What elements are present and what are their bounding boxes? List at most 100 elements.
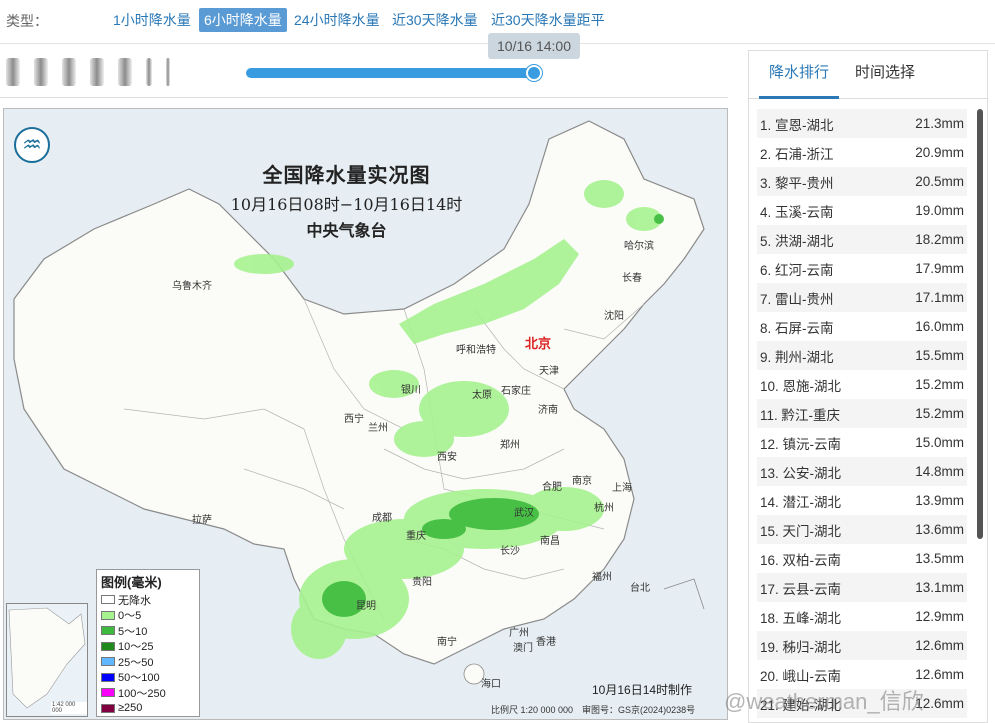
- legend-label: 50～100: [118, 672, 160, 685]
- legend-item: 10～25: [101, 639, 195, 655]
- south-china-sea-inset: 1:42 000 000: [6, 603, 88, 717]
- current-time-tooltip: 10/16 14:00: [488, 33, 580, 59]
- city-label: 长沙: [500, 546, 520, 557]
- station-name: 16. 双柏-云南: [760, 552, 842, 568]
- legend-swatch: [101, 626, 115, 636]
- city-label: 澳门: [513, 643, 533, 654]
- station-name: 9. 荆州-湖北: [760, 349, 834, 365]
- city-label: 南京: [572, 476, 592, 487]
- precip-value: 15.2mm: [915, 377, 964, 392]
- tab-time-select[interactable]: 时间选择: [855, 63, 915, 99]
- legend-item: 25～50: [101, 654, 195, 670]
- time-tick[interactable]: [6, 58, 20, 86]
- legend-item: 5～10: [101, 623, 195, 639]
- legend-swatch: [101, 641, 115, 651]
- station-name: 7. 雷山-贵州: [760, 291, 834, 307]
- time-tick[interactable]: [166, 58, 170, 86]
- legend-item: 50～100: [101, 670, 195, 686]
- time-slider[interactable]: [246, 62, 736, 90]
- precip-value: 13.9mm: [915, 493, 964, 508]
- ranking-row: 5. 洪湖-湖北 18.2mm: [757, 225, 967, 254]
- city-label: 太原: [472, 390, 492, 401]
- precip-value: 13.6mm: [915, 522, 964, 537]
- ranking-row: 8. 石屏-云南 16.0mm: [757, 312, 967, 341]
- city-label: 呼和浩特: [456, 345, 496, 356]
- precip-value: 20.5mm: [915, 174, 964, 189]
- station-name: 13. 公安-湖北: [760, 465, 842, 481]
- legend-label: 100～250: [118, 687, 166, 700]
- time-slider-track[interactable]: [246, 68, 534, 78]
- precip-value: 14.8mm: [915, 464, 964, 479]
- time-tick[interactable]: [62, 58, 76, 86]
- time-tick-strip[interactable]: [6, 58, 170, 88]
- city-label: 西宁: [344, 414, 364, 425]
- precip-value: 12.6mm: [915, 638, 964, 653]
- legend-swatch: [101, 657, 115, 667]
- city-label: 武汉: [514, 508, 534, 519]
- map-made-time: 10月16日14时制作: [592, 683, 693, 697]
- station-name: 10. 恩施-湖北: [760, 378, 842, 394]
- station-name: 2. 石浦-浙江: [760, 146, 834, 162]
- ranking-row: 18. 五峰-湖北 12.9mm: [757, 602, 967, 631]
- station-name: 6. 红河-云南: [760, 262, 834, 278]
- city-label: 拉萨: [192, 515, 212, 526]
- city-label: 济南: [538, 405, 558, 416]
- precip-value: 17.9mm: [915, 261, 964, 276]
- legend-title: 图例(毫米): [101, 575, 162, 590]
- ranking-row: 12. 镇沅-云南 15.0mm: [757, 428, 967, 457]
- city-label: 重庆: [406, 531, 426, 542]
- tab-1h-precip[interactable]: 1小时降水量: [108, 8, 196, 32]
- precip-value: 17.1mm: [915, 290, 964, 305]
- legend-item: 0～5: [101, 608, 195, 624]
- legend-label: 10～25: [118, 641, 154, 654]
- tab-precip-ranking[interactable]: 降水排行: [759, 63, 840, 99]
- type-label: 类型：: [6, 13, 48, 29]
- watermark: @weatherman_信欣: [724, 689, 924, 714]
- legend-item: 无降水: [101, 592, 195, 608]
- tab-6h-precip[interactable]: 6小时降水量: [199, 8, 287, 32]
- time-tick[interactable]: [118, 58, 132, 86]
- city-label: 乌鲁木齐: [172, 281, 212, 292]
- legend-label: 25～50: [118, 656, 154, 669]
- ranking-list: 1. 宣恩-湖北 21.3mm 2. 石浦-浙江 20.9mm 3. 黎平-贵州 20.5…: [757, 109, 967, 718]
- city-label: 沈阳: [604, 311, 624, 322]
- city-label: 银川: [401, 385, 421, 396]
- city-label: 杭州: [594, 503, 614, 514]
- map-legend: 图例(毫米) 无降水 0～5 5～10 10～25 25～50 50～100 1…: [96, 569, 200, 717]
- ranking-scrollbar[interactable]: [977, 109, 983, 539]
- ranking-row: 3. 黎平-贵州 20.5mm: [757, 167, 967, 196]
- ranking-row: 19. 秭归-湖北 12.6mm: [757, 631, 967, 660]
- precip-value: 20.9mm: [915, 145, 964, 160]
- city-label: 西安: [437, 452, 457, 463]
- tab-30d-precip[interactable]: 近30天降水量: [387, 8, 483, 32]
- precip-value: 12.6mm: [915, 667, 964, 682]
- legend-label: 0～5: [118, 610, 142, 623]
- precip-value: 15.5mm: [915, 348, 964, 363]
- ranking-row: 11. 黔江-重庆 15.2mm: [757, 399, 967, 428]
- station-name: 12. 镇沅-云南: [760, 436, 842, 452]
- ranking-row: 15. 天门-湖北 13.6mm: [757, 515, 967, 544]
- precip-value: 21.3mm: [915, 116, 964, 131]
- station-name: 1. 宣恩-湖北: [760, 117, 834, 133]
- ranking-row: 7. 雷山-贵州 17.1mm: [757, 283, 967, 312]
- city-label-capital: 北京: [525, 336, 552, 351]
- tab-30d-anomaly[interactable]: 近30天降水量距平: [486, 8, 610, 32]
- station-name: 20. 峨山-云南: [760, 668, 842, 684]
- precip-value: 13.5mm: [915, 551, 964, 566]
- time-slider-handle[interactable]: [526, 65, 542, 81]
- station-name: 17. 云县-云南: [760, 581, 842, 597]
- city-label: 香港: [536, 637, 556, 648]
- tab-24h-precip[interactable]: 24小时降水量: [289, 8, 385, 32]
- time-tick[interactable]: [90, 58, 104, 86]
- time-tick[interactable]: [34, 58, 48, 86]
- ranking-row: 10. 恩施-湖北 15.2mm: [757, 370, 967, 399]
- precip-value: 15.2mm: [915, 406, 964, 421]
- city-label: 海口: [481, 679, 501, 690]
- city-label: 石家庄: [501, 386, 531, 397]
- ranking-row: 14. 潜江-湖北 13.9mm: [757, 486, 967, 515]
- ranking-row: 13. 公安-湖北 14.8mm: [757, 457, 967, 486]
- city-label: 兰州: [368, 423, 388, 434]
- time-tick[interactable]: [146, 58, 152, 86]
- city-label: 上海: [612, 483, 632, 494]
- station-name: 18. 五峰-湖北: [760, 610, 842, 626]
